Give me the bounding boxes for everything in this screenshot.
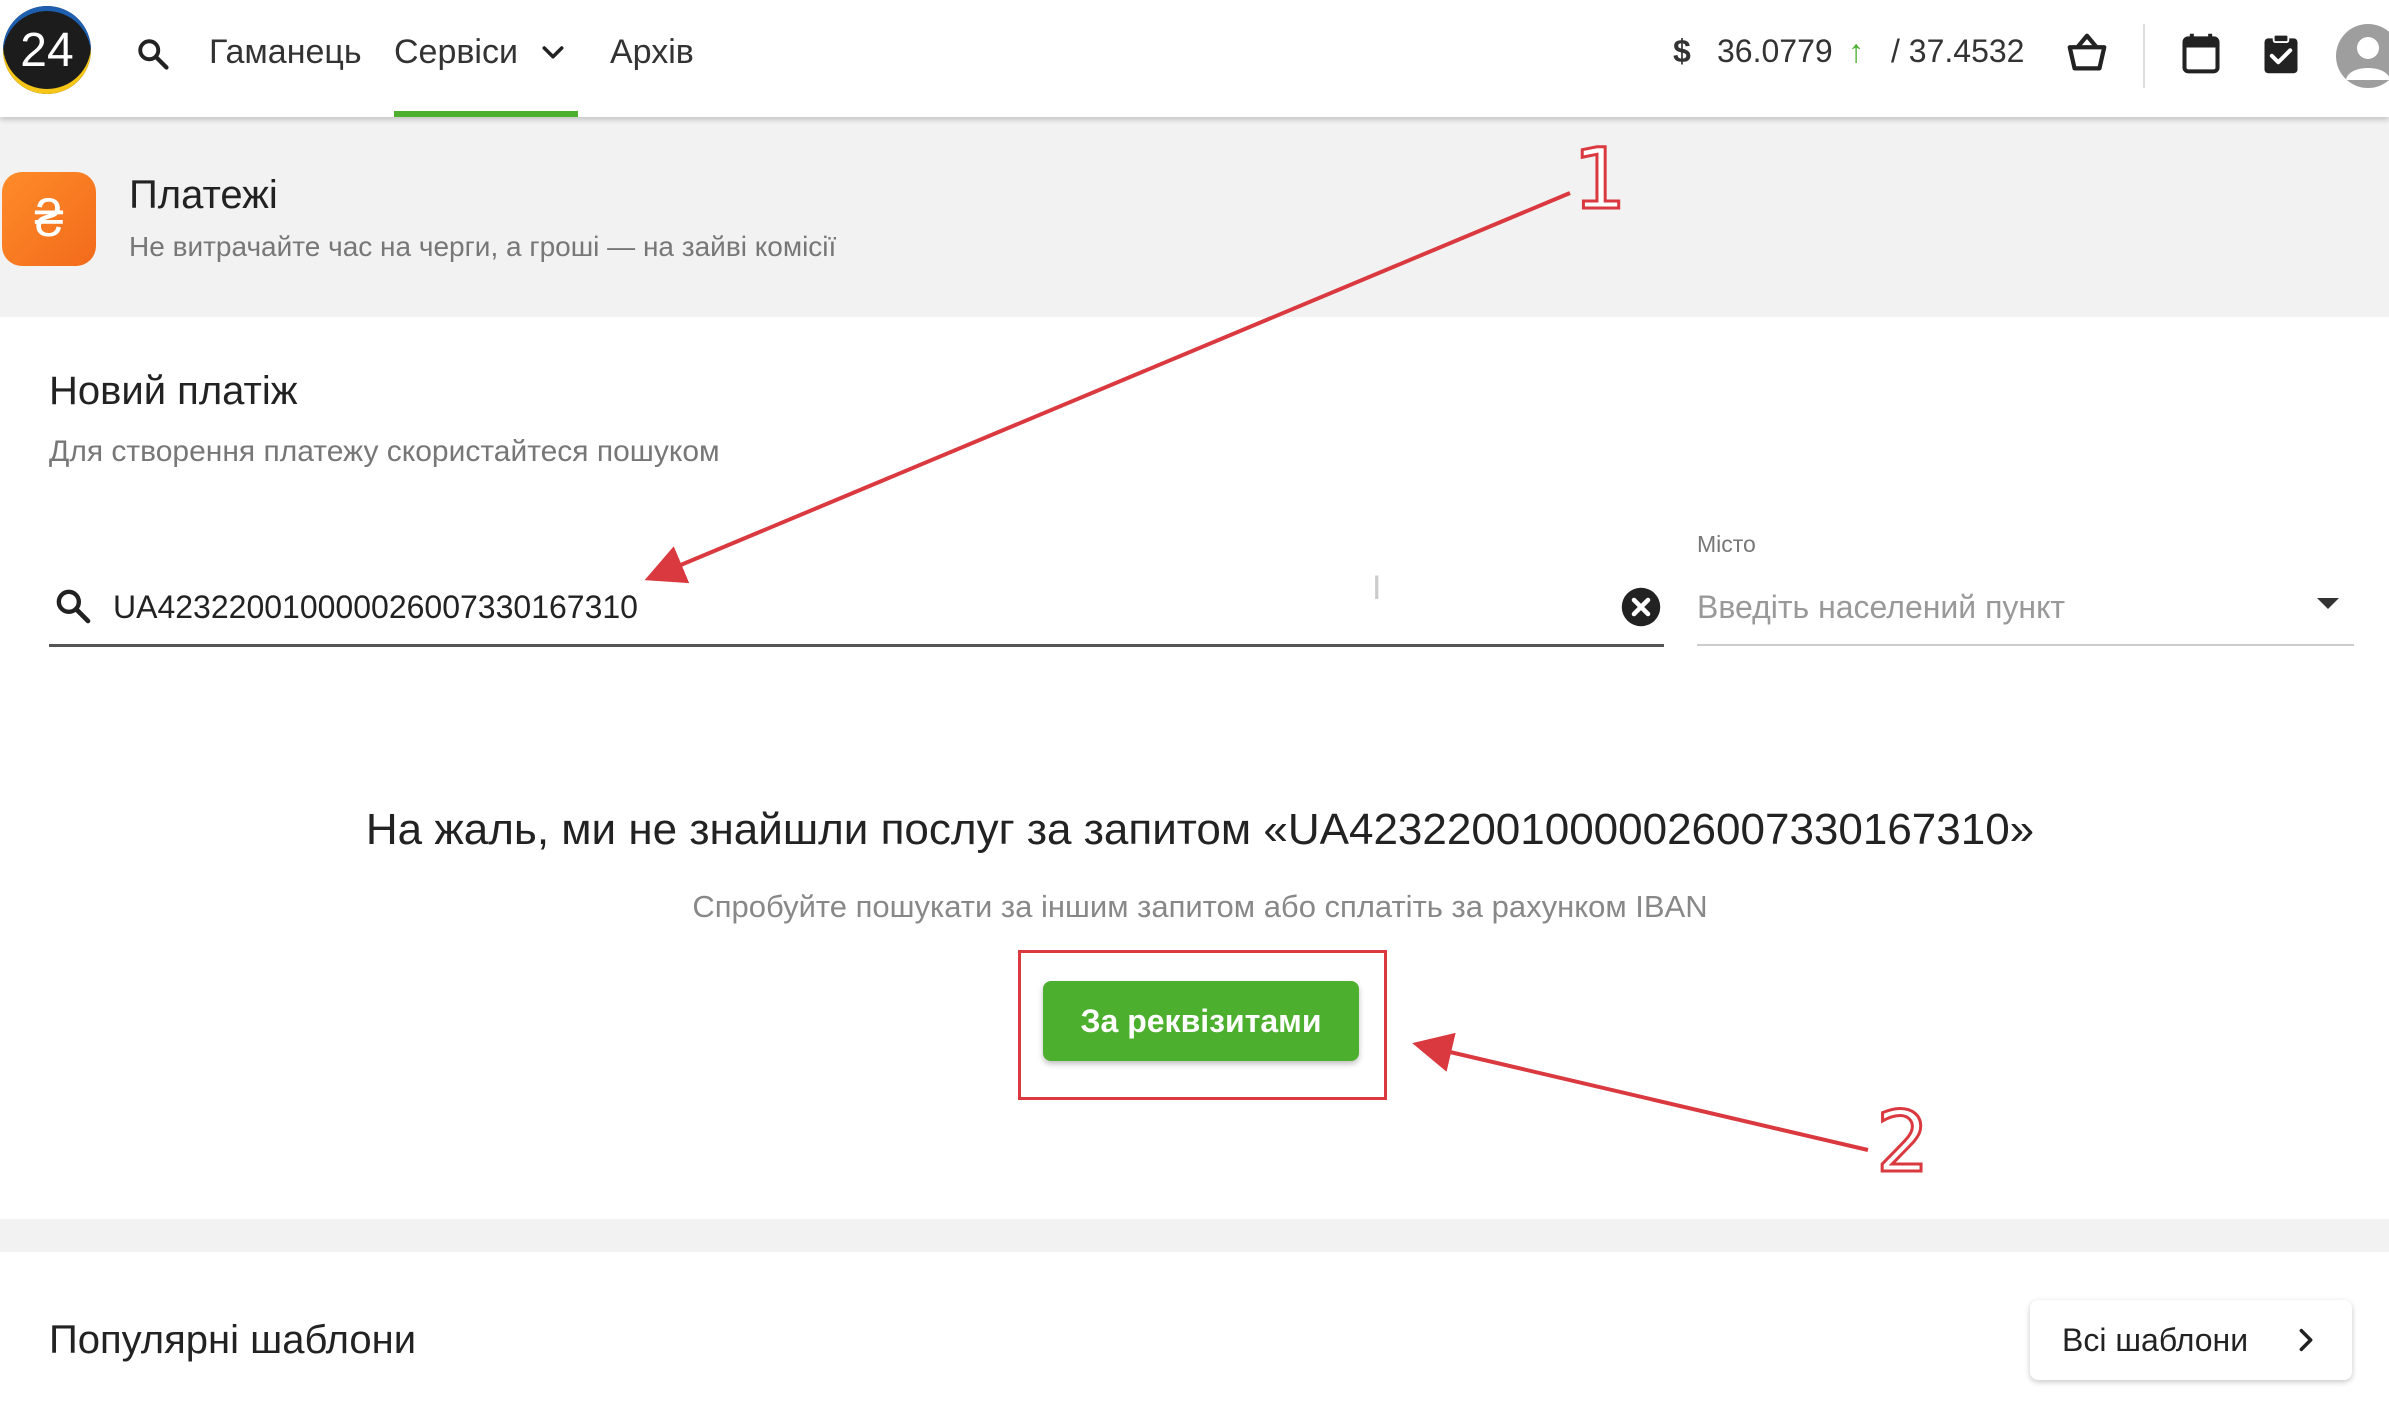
new-payment-subtitle: Для створення платежу скористайтеся пошу… <box>49 435 720 468</box>
user-avatar-icon <box>2346 37 2389 80</box>
payments-icon: ₴ <box>2 172 96 266</box>
payment-search-field <box>49 572 1664 647</box>
city-label: Місто <box>1697 531 1756 557</box>
all-templates-button[interactable]: Всі шаблони <box>2030 1300 2352 1380</box>
payment-search-input[interactable] <box>113 584 1593 630</box>
top-navigation: 24 Гаманець Сервіси Архів $ 36.0779 ↑ / … <box>0 0 2389 117</box>
annotation-label-2: 2 <box>1874 1092 1930 1193</box>
rate-buy: 36.0779 <box>1717 33 1833 69</box>
page-subtitle: Не витрачайте час на черги, а гроші — на… <box>129 231 837 262</box>
no-results-hint: Спробуйте пошукати за іншим запитом або … <box>692 889 1708 924</box>
nav-archive[interactable]: Архів <box>610 33 694 72</box>
clipboard-check-icon[interactable] <box>2259 30 2303 78</box>
page-title: Платежі <box>129 173 278 217</box>
currency-symbol: $ <box>1673 33 1691 69</box>
clear-search-icon[interactable] <box>1620 586 1662 628</box>
avatar[interactable] <box>2336 24 2389 88</box>
popular-templates-title: Популярні шаблони <box>49 1318 417 1362</box>
privat24-logo[interactable]: 24 <box>3 6 91 94</box>
rate-sell: / 37.4532 <box>1891 33 2025 69</box>
city-field <box>1697 572 2354 646</box>
annotation-label-1: 1 <box>1571 129 1627 230</box>
calendar-icon[interactable] <box>2179 30 2223 76</box>
nav-divider <box>2143 24 2145 88</box>
chevron-right-icon <box>2299 1328 2313 1352</box>
pay-by-details-button[interactable]: За реквізитами <box>1043 981 1359 1061</box>
active-tab-indicator <box>394 111 578 117</box>
dropdown-arrow-icon[interactable] <box>2317 598 2339 609</box>
popular-templates-card: Популярні шаблони Всі шаблони <box>0 1252 2389 1421</box>
rate-trend-up-icon: ↑ <box>1848 33 1864 69</box>
all-templates-label: Всі шаблони <box>2062 1322 2249 1358</box>
nav-wallet[interactable]: Гаманець <box>209 33 362 72</box>
chevron-down-icon[interactable] <box>538 38 568 68</box>
new-payment-card: Новий платіж Для створення платежу скори… <box>0 317 2389 1219</box>
basket-icon[interactable] <box>2064 30 2110 76</box>
city-input[interactable] <box>1697 584 2287 630</box>
text-cursor-icon: I <box>1372 569 1382 607</box>
no-results-title: На жаль, ми не знайшли послуг за запитом… <box>365 805 2035 854</box>
search-icon <box>56 589 91 624</box>
nav-services[interactable]: Сервіси <box>394 33 518 72</box>
new-payment-title: Новий платіж <box>49 369 298 413</box>
search-icon[interactable] <box>135 36 171 72</box>
